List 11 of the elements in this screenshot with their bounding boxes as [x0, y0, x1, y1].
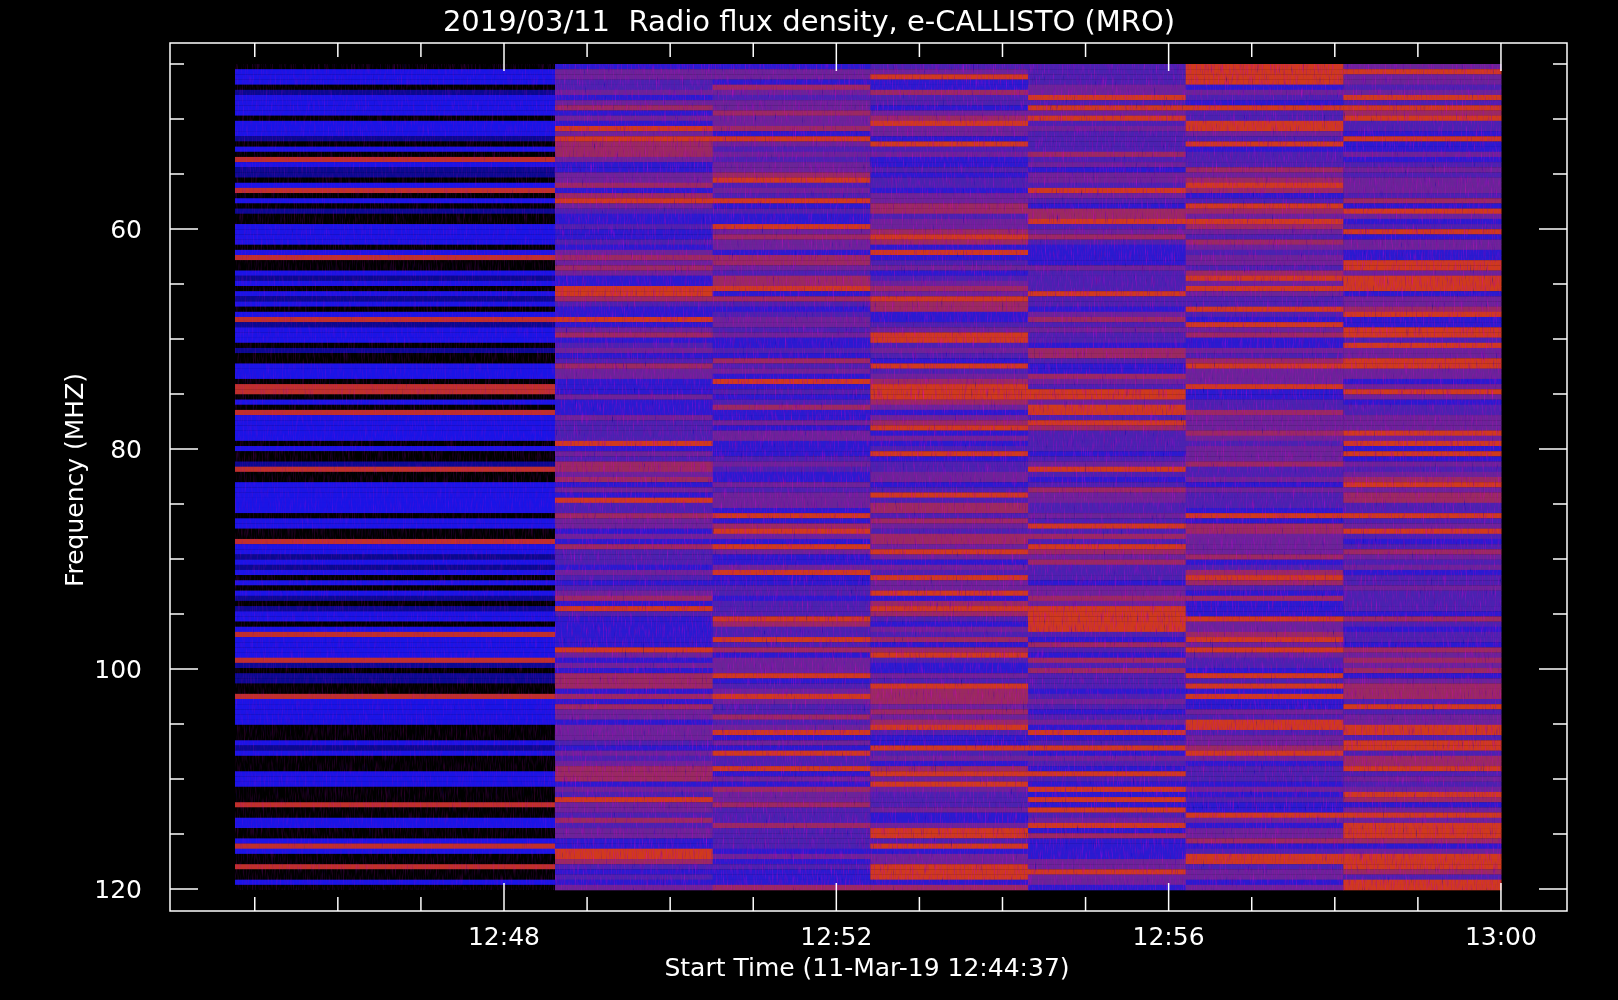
chart-title: 2019/03/11 Radio flux density, e-CALLISTO (MRO)	[442, 3, 1176, 40]
tick-label: 12:56	[1132, 922, 1205, 951]
tick-label: 60	[110, 215, 142, 244]
tick-label: 13:00	[1464, 922, 1537, 951]
tick-label: 120	[94, 875, 142, 904]
tick-label: 12:52	[800, 922, 873, 951]
tick-label: 100	[94, 655, 142, 684]
axis-title: Start Time (11-Mar-19 12:44:37)	[664, 953, 1070, 982]
tick-label: 80	[110, 435, 142, 464]
axis-title: Frequency (MHZ)	[60, 372, 89, 588]
tick-label: 12:48	[468, 922, 540, 951]
